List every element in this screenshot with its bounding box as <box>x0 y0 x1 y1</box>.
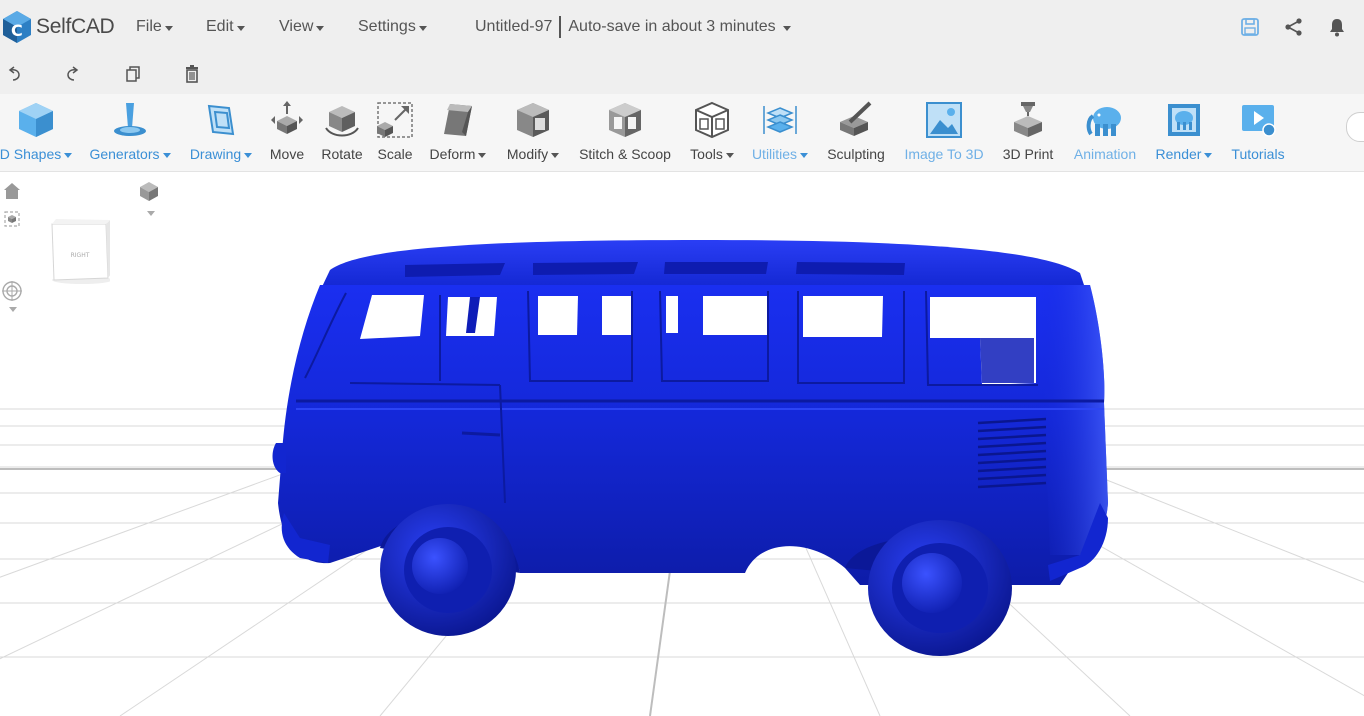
tool-animation[interactable]: Animation <box>1066 94 1144 172</box>
scene-canvas <box>0 240 1364 716</box>
tool-tutorials-label: Tutorials <box>1231 146 1285 162</box>
tool-animation-label: Animation <box>1073 146 1137 162</box>
main-toolbar: D Shapes Generators Drawing Move Rotate <box>0 94 1364 172</box>
caret-down-icon <box>316 25 325 31</box>
printer-icon <box>1008 94 1048 146</box>
tool-drawing-label: Drawing <box>190 146 253 162</box>
tool-tutorials[interactable]: Tutorials <box>1224 94 1292 172</box>
utilities-icon <box>760 94 800 146</box>
tool-tools-label: Tools <box>690 146 734 162</box>
orbit-target-icon[interactable] <box>0 279 24 303</box>
tool-render-label: Render <box>1156 146 1213 162</box>
save-icon[interactable] <box>1240 17 1260 37</box>
tool-utilities[interactable]: Utilities <box>746 94 814 172</box>
copy-icon[interactable] <box>118 59 148 89</box>
tool-3d-print-label: 3D Print <box>1002 146 1054 162</box>
tool-stitch-scoop[interactable]: Stitch & Scoop <box>572 94 678 172</box>
tool-drawing[interactable]: Drawing <box>185 94 257 172</box>
modify-icon <box>513 94 553 146</box>
move-icon <box>267 94 307 146</box>
tutorials-icon <box>1238 94 1278 146</box>
tool-generators[interactable]: Generators <box>84 94 176 172</box>
tool-deform[interactable]: Deform <box>424 94 492 172</box>
stitch-scoop-icon <box>605 94 645 146</box>
document-info: Untitled-97 Auto-save in about 3 minutes <box>475 16 791 38</box>
view-mode-icon[interactable] <box>136 179 162 203</box>
document-title[interactable]: Untitled-97 <box>475 18 552 36</box>
tool-3d-shapes[interactable]: D Shapes <box>0 94 74 172</box>
svg-text:C: C <box>11 21 23 40</box>
tool-tools[interactable]: Tools <box>684 94 740 172</box>
tool-deform-label: Deform <box>430 146 487 162</box>
scale-icon <box>375 94 415 146</box>
undo-icon[interactable] <box>0 59 30 89</box>
header-actions <box>1216 0 1346 54</box>
3d-viewport[interactable]: RIGHT <box>0 173 1364 716</box>
home-view-icon[interactable] <box>2 181 22 201</box>
selfcad-logo-icon: C <box>3 11 31 43</box>
menu-view[interactable]: View <box>279 18 325 36</box>
caret-down-icon <box>782 25 791 31</box>
tool-move[interactable]: Move <box>264 94 310 172</box>
elephant-icon <box>1085 94 1125 146</box>
tool-3d-print[interactable]: 3D Print <box>996 94 1060 172</box>
menu-edit[interactable]: Edit <box>206 18 245 36</box>
right-panel-tab[interactable] <box>1346 112 1364 142</box>
share-icon[interactable] <box>1284 17 1304 37</box>
app-logo[interactable]: C SelfCAD <box>2 0 115 54</box>
tool-modify[interactable]: Modify <box>501 94 565 172</box>
menu-bar: C SelfCAD File Edit View Settings Untitl… <box>0 0 1364 54</box>
redo-icon[interactable] <box>57 59 87 89</box>
title-separator <box>559 16 562 38</box>
tool-sculpting[interactable]: Sculpting <box>820 94 892 172</box>
caret-down-icon <box>418 25 427 31</box>
deform-icon <box>438 94 478 146</box>
selfcad-app: C SelfCAD File Edit View Settings Untitl… <box>0 0 1364 716</box>
render-icon <box>1164 94 1204 146</box>
cube-icon <box>16 94 56 146</box>
tool-rotate-label: Rotate <box>321 146 363 162</box>
app-name: SelfCAD <box>36 15 115 38</box>
generator-icon <box>110 94 150 146</box>
menu-settings[interactable]: Settings <box>358 18 427 36</box>
view-cube-face-label: RIGHT <box>70 252 90 259</box>
van-model <box>272 240 1108 656</box>
tool-generators-label: Generators <box>89 146 171 162</box>
tools-icon <box>692 94 732 146</box>
orbit-dropdown-icon[interactable] <box>4 303 18 313</box>
drawing-icon <box>201 94 241 146</box>
tool-move-label: Move <box>269 146 305 162</box>
fit-view-icon[interactable] <box>2 209 22 229</box>
tool-image-to-3d-label: Image To 3D <box>904 146 984 162</box>
image-icon <box>924 94 964 146</box>
menu-settings-label: Settings <box>358 18 416 35</box>
caret-down-icon <box>164 25 173 31</box>
tool-image-to-3d[interactable]: Image To 3D <box>898 94 990 172</box>
menu-view-label: View <box>279 18 314 35</box>
bell-icon[interactable] <box>1328 17 1346 37</box>
tool-scale[interactable]: Scale <box>373 94 417 172</box>
tool-scale-label: Scale <box>377 146 413 162</box>
rotate-icon <box>322 94 362 146</box>
autosave-label: Auto-save in about 3 minutes <box>568 18 776 35</box>
caret-down-icon <box>236 25 245 31</box>
tool-stitch-scoop-label: Stitch & Scoop <box>579 146 671 162</box>
tool-3d-shapes-label: D Shapes <box>0 146 73 162</box>
tool-render[interactable]: Render <box>1150 94 1218 172</box>
delete-icon[interactable] <box>177 59 207 89</box>
tool-utilities-label: Utilities <box>752 146 809 162</box>
menu-edit-label: Edit <box>206 18 234 35</box>
tool-modify-label: Modify <box>507 146 560 162</box>
autosave-dropdown[interactable]: Auto-save in about 3 minutes <box>568 18 791 36</box>
sculpting-icon <box>836 94 876 146</box>
menu-file-label: File <box>136 18 162 35</box>
tool-rotate[interactable]: Rotate <box>316 94 368 172</box>
menu-file[interactable]: File <box>136 18 173 36</box>
view-mode-dropdown-icon[interactable] <box>142 207 156 217</box>
tool-sculpting-label: Sculpting <box>827 146 885 162</box>
view-cube[interactable]: RIGHT <box>50 218 112 284</box>
quick-actions-bar <box>0 54 1364 94</box>
